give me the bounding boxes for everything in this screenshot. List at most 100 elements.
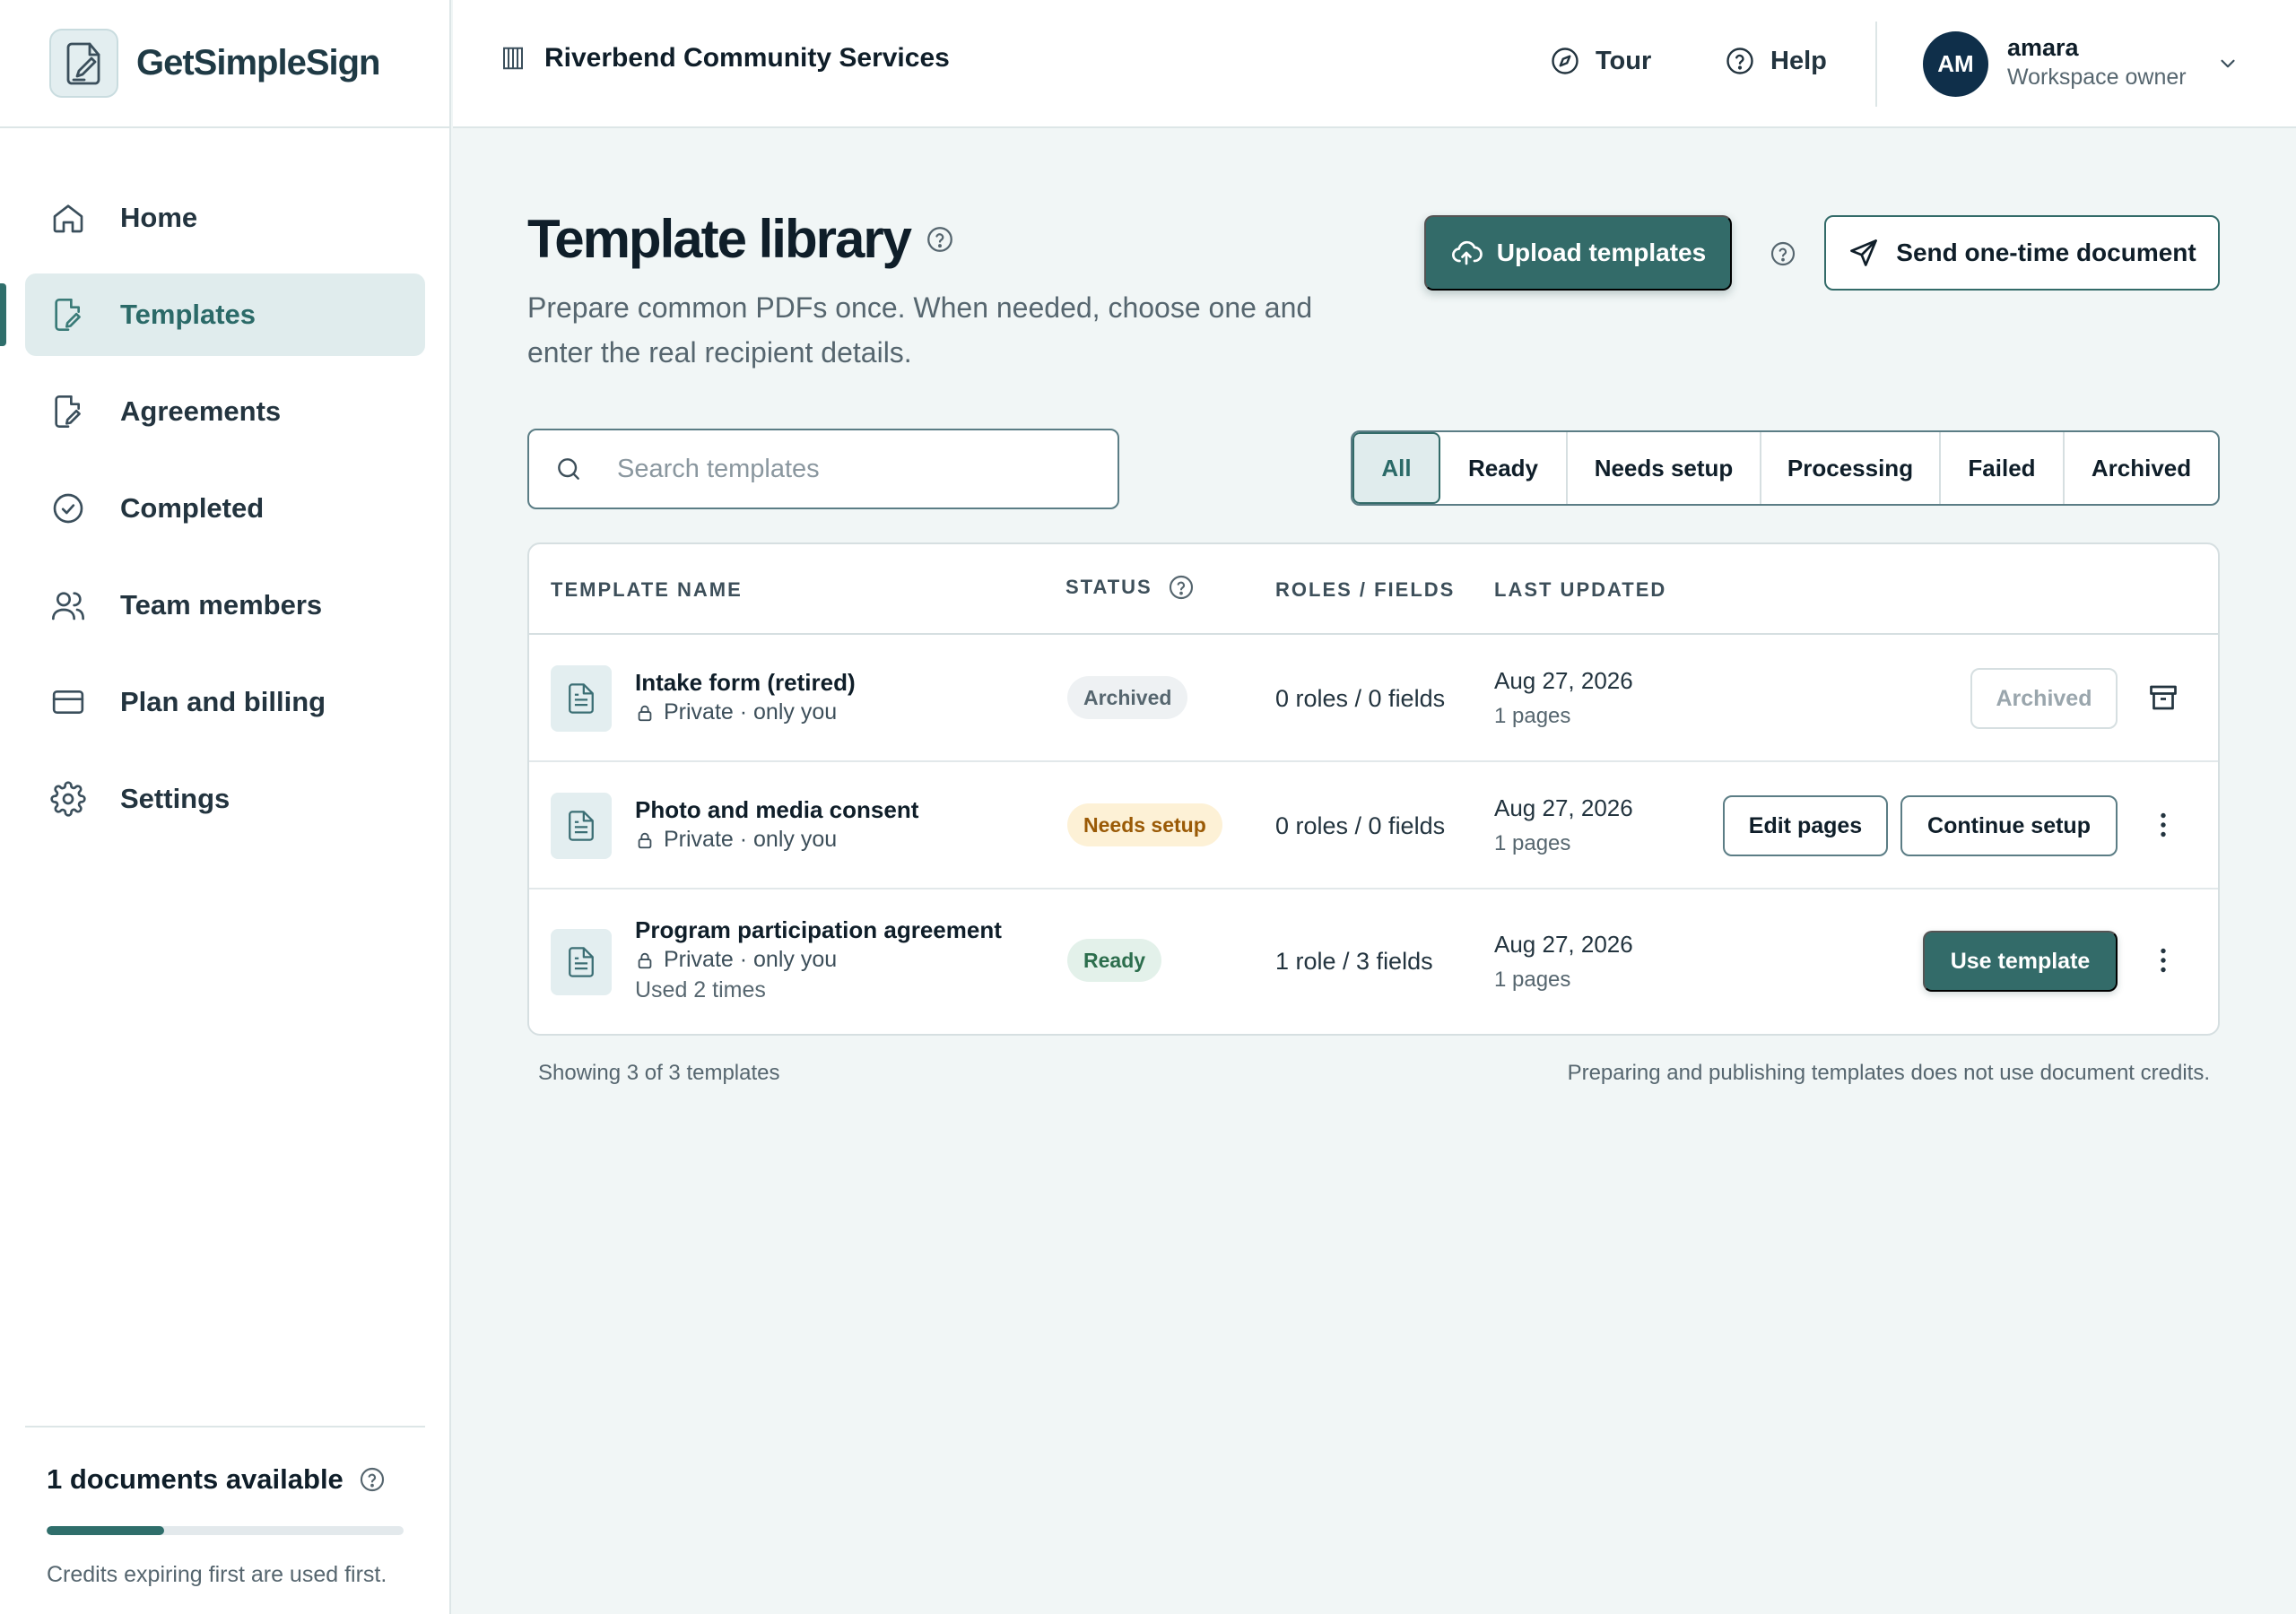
- org-name: Riverbend Community Services: [544, 43, 950, 73]
- status-badge: Ready: [1067, 939, 1162, 982]
- header-divider: [1875, 22, 1877, 107]
- user-name[interactable]: amara: [2007, 34, 2079, 62]
- brand-name: GetSimpleSign: [136, 43, 380, 82]
- more-vertical-icon[interactable]: [2147, 809, 2179, 841]
- sidebar-item-team-members[interactable]: Team members: [25, 564, 425, 646]
- help-button[interactable]: Help: [1724, 45, 1827, 77]
- column-header-roles: ROLES / FIELDS: [1275, 578, 1456, 601]
- top-bar: Riverbend Community Services Tour Help A…: [453, 0, 2296, 128]
- filter-archived[interactable]: Archived: [2065, 432, 2218, 504]
- sidebar-item-settings[interactable]: Settings: [25, 758, 425, 840]
- help-circle-icon: [1724, 45, 1756, 77]
- templates-table: TEMPLATE NAME STATUS ROLES / FIELDS LAST…: [527, 542, 2220, 1036]
- sidebar-item-completed[interactable]: Completed: [25, 467, 425, 550]
- privacy-label: Private · only you: [635, 947, 837, 973]
- sidebar-item-agreements[interactable]: Agreements: [25, 370, 425, 453]
- use-template-button[interactable]: Use template: [1923, 931, 2118, 992]
- page-count: 1 pages: [1494, 831, 1571, 855]
- help-circle-icon[interactable]: [1769, 239, 1797, 268]
- send-label: Send one-time document: [1896, 239, 2196, 266]
- sidebar-item-templates[interactable]: Templates: [25, 273, 425, 356]
- template-name[interactable]: Photo and media consent: [635, 796, 918, 824]
- cloud-upload-icon: [1450, 237, 1483, 269]
- search-icon: [554, 455, 583, 483]
- template-edit-icon: [50, 297, 86, 333]
- brand[interactable]: GetSimpleSign: [0, 0, 449, 128]
- users-icon: [50, 587, 86, 623]
- more-vertical-icon[interactable]: [2147, 944, 2179, 976]
- privacy-text: Private · only you: [664, 947, 838, 972]
- credits-count: 1 documents available: [47, 1463, 344, 1495]
- credits-progress-bar: [47, 1526, 404, 1535]
- last-updated-date: Aug 27, 2026: [1494, 794, 1633, 821]
- sidebar-item-plan-and-billing[interactable]: Plan and billing: [25, 661, 425, 743]
- credits-progress-fill: [47, 1526, 165, 1535]
- table-row: Intake form (retired) Private · only you…: [529, 635, 2218, 762]
- home-icon: [50, 200, 86, 236]
- search-input[interactable]: [617, 454, 1065, 484]
- credits-panel: 1 documents available Credits expiring f…: [25, 1426, 425, 1588]
- credit-card-icon: [50, 684, 86, 720]
- search-box: [527, 429, 1119, 509]
- status-badge: Needs setup: [1067, 803, 1222, 846]
- credits-note: Credits expiring first are used first.: [47, 1562, 387, 1587]
- edit-pages-button[interactable]: Edit pages: [1723, 795, 1888, 856]
- user-role: Workspace owner: [2007, 65, 2187, 90]
- column-header-name: TEMPLATE NAME: [551, 578, 743, 601]
- sidebar-item-label: Agreements: [120, 395, 282, 427]
- sidebar-item-label: Templates: [120, 299, 257, 330]
- gear-icon: [50, 781, 86, 817]
- building-icon: [500, 45, 526, 72]
- status-badge: Archived: [1067, 676, 1188, 719]
- filter-all[interactable]: All: [1352, 432, 1440, 504]
- page-count: 1 pages: [1494, 968, 1571, 992]
- archive-icon[interactable]: [2147, 681, 2179, 714]
- chevron-down-icon[interactable]: [2216, 52, 2239, 75]
- check-circle-icon: [50, 490, 86, 526]
- lock-icon: [635, 950, 655, 970]
- template-name[interactable]: Program participation agreement: [635, 916, 1002, 944]
- page-subtitle: Prepare common PDFs once. When needed, c…: [527, 291, 1313, 369]
- sidebar-item-label: Home: [120, 202, 198, 233]
- upload-label: Upload templates: [1496, 239, 1707, 266]
- help-circle-icon[interactable]: [1167, 573, 1196, 602]
- help-circle-icon[interactable]: [925, 224, 955, 255]
- last-updated-date: Aug 27, 2026: [1494, 667, 1633, 694]
- sidebar-item-label: Plan and billing: [120, 686, 326, 717]
- results-count: Showing 3 of 3 templates: [538, 1061, 780, 1085]
- last-updated-date: Aug 27, 2026: [1494, 931, 1633, 958]
- column-header-status: STATUS: [1065, 573, 1196, 602]
- status-filter-tabs: All Ready Needs setup Processing Failed …: [1351, 430, 2220, 506]
- privacy-text: Private · only you: [664, 699, 838, 725]
- document-icon: [551, 929, 612, 995]
- sidebar-item-label: Settings: [120, 783, 230, 814]
- document-icon: [551, 665, 612, 732]
- template-name[interactable]: Intake form (retired): [635, 669, 856, 697]
- send-icon: [1848, 237, 1880, 269]
- filter-ready[interactable]: Ready: [1440, 432, 1568, 504]
- table-row: Photo and media consent Private · only y…: [529, 762, 2218, 889]
- document-icon: [551, 793, 612, 859]
- filter-needs-setup[interactable]: Needs setup: [1568, 432, 1761, 504]
- active-indicator: [0, 283, 6, 346]
- compass-icon: [1549, 45, 1581, 77]
- filter-failed[interactable]: Failed: [1941, 432, 2065, 504]
- help-circle-icon[interactable]: [358, 1465, 387, 1494]
- lock-icon: [635, 703, 655, 723]
- avatar[interactable]: AM: [1923, 31, 1988, 97]
- privacy-label: Private · only you: [635, 699, 837, 725]
- privacy-text: Private · only you: [664, 827, 838, 852]
- archived-button: Archived: [1970, 668, 2118, 729]
- sidebar: GetSimpleSign Home Templates Agreements …: [0, 0, 451, 1614]
- sidebar-item-label: Completed: [120, 492, 265, 524]
- filter-processing[interactable]: Processing: [1761, 432, 1941, 504]
- tour-button[interactable]: Tour: [1549, 45, 1651, 77]
- roles-fields: 0 roles / 0 fields: [1275, 812, 1446, 839]
- org-switcher[interactable]: Riverbend Community Services: [500, 43, 950, 74]
- sidebar-item-label: Team members: [120, 589, 323, 620]
- sidebar-item-home[interactable]: Home: [25, 177, 425, 259]
- continue-setup-button[interactable]: Continue setup: [1900, 795, 2118, 856]
- send-one-time-document-button[interactable]: Send one-time document: [1824, 215, 2220, 291]
- upload-templates-button[interactable]: Upload templates: [1424, 215, 1732, 291]
- page-count: 1 pages: [1494, 704, 1571, 728]
